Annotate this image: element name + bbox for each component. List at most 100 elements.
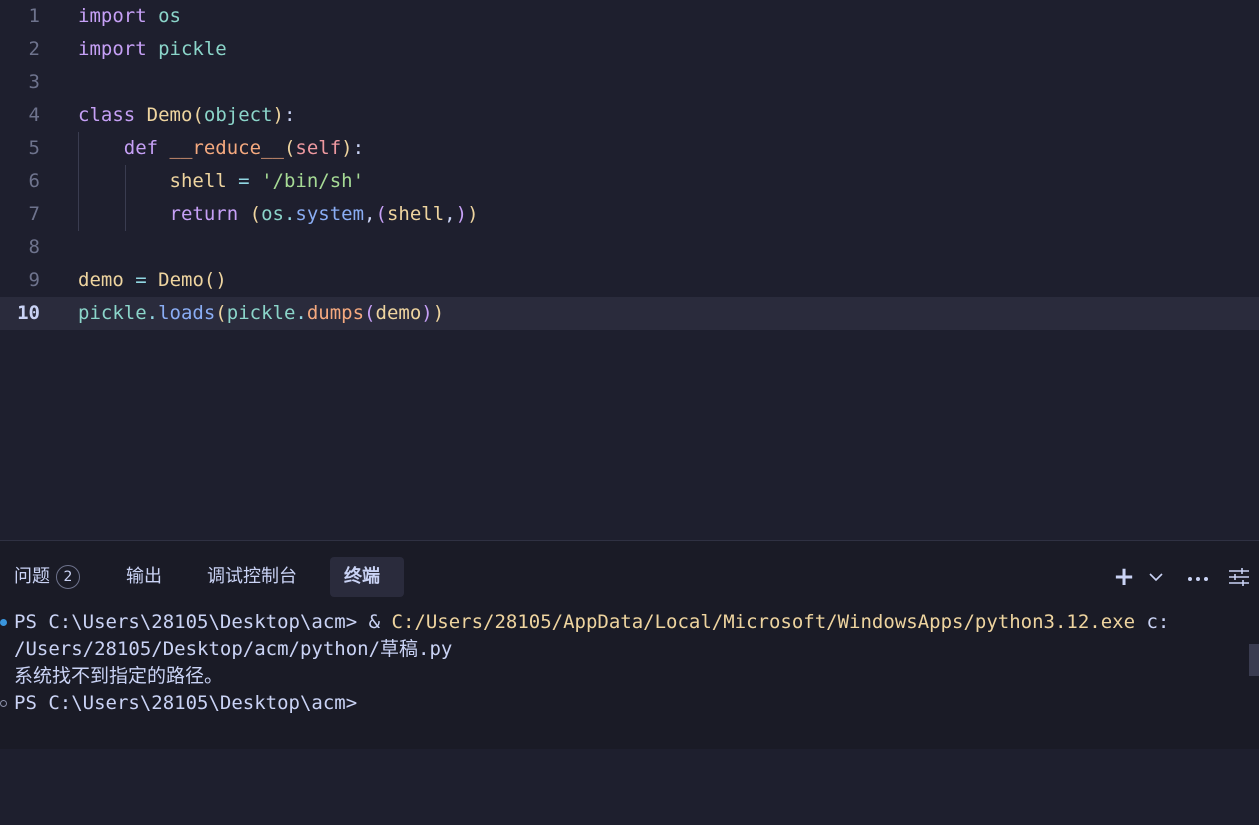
- tab-debug-console-label: 调试控制台: [207, 566, 297, 587]
- code-token: (): [203, 269, 227, 291]
- code-token: self: [295, 137, 342, 159]
- code-token: class: [78, 104, 136, 126]
- code-token: os: [261, 203, 284, 225]
- code-token: .: [146, 302, 159, 324]
- terminal-line: 系统找不到指定的路径。: [14, 665, 224, 687]
- code-token: ): [467, 203, 479, 225]
- code-text: class Demo(object):: [78, 99, 295, 132]
- code-text: import os: [78, 0, 181, 33]
- terminal-prompt: PS C:\Users\28105\Desktop\acm> &: [14, 611, 392, 633]
- terminal-scrollbar[interactable]: [1249, 609, 1259, 749]
- line-number: 2: [28, 38, 40, 60]
- code-token: ): [455, 203, 468, 225]
- code-token: .: [295, 302, 307, 324]
- command-success-dot[interactable]: [0, 619, 7, 626]
- code-token: def: [123, 137, 159, 159]
- terminal-output[interactable]: PS C:\Users\28105\Desktop\acm> & C:/User…: [0, 609, 1240, 825]
- terminal-dropdown-button[interactable]: [1145, 557, 1167, 597]
- panel-settings-button[interactable]: [1227, 557, 1251, 597]
- code-token: loads: [158, 302, 216, 324]
- code-token: system: [295, 203, 365, 225]
- tab-problems-label: 问题: [14, 566, 50, 587]
- code-text: shell = '/bin/sh': [78, 165, 365, 198]
- tab-terminal[interactable]: 终端: [330, 557, 404, 597]
- code-token: demo: [78, 269, 124, 291]
- code-token: __reduce__: [169, 137, 284, 159]
- line-number: 3: [28, 71, 40, 93]
- code-token: :: [283, 104, 296, 126]
- code-token: Demo: [158, 269, 204, 291]
- code-line[interactable]: 10 pickle.loads(pickle.dumps(demo)): [0, 297, 1259, 330]
- tab-terminal-label: 终端: [344, 566, 380, 587]
- code-token: '/bin/sh': [261, 170, 365, 192]
- code-token: (: [249, 203, 262, 225]
- code-line[interactable]: 8: [0, 231, 1259, 264]
- terminal-line: /Users/28105/Desktop/acm/python/草稿.py: [14, 638, 453, 660]
- code-token: dumps: [306, 302, 365, 324]
- code-token: import: [78, 5, 147, 27]
- code-token: return: [169, 203, 239, 225]
- code-token: ): [341, 137, 353, 159]
- indent-guide: [78, 132, 79, 231]
- tab-problems[interactable]: 问题 2: [0, 557, 94, 597]
- code-token: ,: [444, 203, 456, 225]
- tab-output[interactable]: 输出: [112, 557, 176, 597]
- panel-tabs: 问题 2 输出 调试控制台 终端: [0, 557, 1259, 597]
- bottom-panel: 问题 2 输出 调试控制台 终端 + PS C:\Users\28105\Des…: [0, 541, 1259, 749]
- code-token: demo: [375, 302, 422, 324]
- code-line[interactable]: 3: [0, 66, 1259, 99]
- code-token: Demo: [146, 104, 193, 126]
- code-token: ,: [364, 203, 376, 225]
- code-token: (: [364, 302, 376, 324]
- code-line[interactable]: 9 demo = Demo(): [0, 264, 1259, 297]
- code-text: return (os.system,(shell,)): [78, 198, 479, 231]
- code-editor[interactable]: 1 import os 2 import pickle 3 4 class Demo(obj…: [0, 0, 1259, 540]
- tab-debug-console[interactable]: 调试控制台: [193, 557, 311, 597]
- code-line[interactable]: 5 def __reduce__(self):: [0, 132, 1259, 165]
- code-token: os: [158, 5, 181, 27]
- code-line[interactable]: 1 import os: [0, 0, 1259, 33]
- tab-output-label: 输出: [126, 566, 162, 587]
- terminal-line: PS C:\Users\28105\Desktop\acm>: [14, 692, 358, 714]
- editor-scrollbar[interactable]: [1249, 0, 1259, 540]
- code-token: pickle: [78, 302, 147, 324]
- code-line[interactable]: 7 return (os.system,(shell,)): [0, 198, 1259, 231]
- code-token: ): [272, 104, 284, 126]
- code-text: pickle.loads(pickle.dumps(demo)): [78, 297, 444, 330]
- code-line[interactable]: 2 import pickle: [0, 33, 1259, 66]
- code-token: pickle: [226, 302, 296, 324]
- code-line[interactable]: 4 class Demo(object):: [0, 99, 1259, 132]
- code-token: import: [78, 38, 147, 60]
- code-token: shell: [386, 203, 445, 225]
- code-token: (: [283, 137, 296, 159]
- terminal-line: PS C:\Users\28105\Desktop\acm> & C:/User…: [14, 609, 1169, 636]
- new-terminal-button[interactable]: +: [1113, 557, 1135, 597]
- code-token: .: [283, 203, 296, 225]
- more-actions-button[interactable]: [1185, 557, 1211, 597]
- code-text: def __reduce__(self):: [78, 132, 364, 165]
- terminal-exe-path: C:/Users/28105/AppData/Local/Microsoft/W…: [391, 611, 1136, 633]
- chevron-down-icon: [1149, 573, 1163, 582]
- code-text: import pickle: [78, 33, 227, 66]
- code-token: ): [432, 302, 445, 324]
- line-number: 10: [17, 302, 40, 324]
- code-token: :: [352, 137, 365, 159]
- line-number: 7: [28, 203, 40, 225]
- line-number: 9: [28, 269, 40, 291]
- line-number: 8: [28, 236, 40, 258]
- command-pending-dot[interactable]: [0, 700, 7, 707]
- code-line[interactable]: 6 shell = '/bin/sh': [0, 165, 1259, 198]
- line-number: 1: [28, 5, 40, 27]
- terminal-scrollbar-thumb[interactable]: [1249, 644, 1259, 676]
- code-token: (: [215, 302, 227, 324]
